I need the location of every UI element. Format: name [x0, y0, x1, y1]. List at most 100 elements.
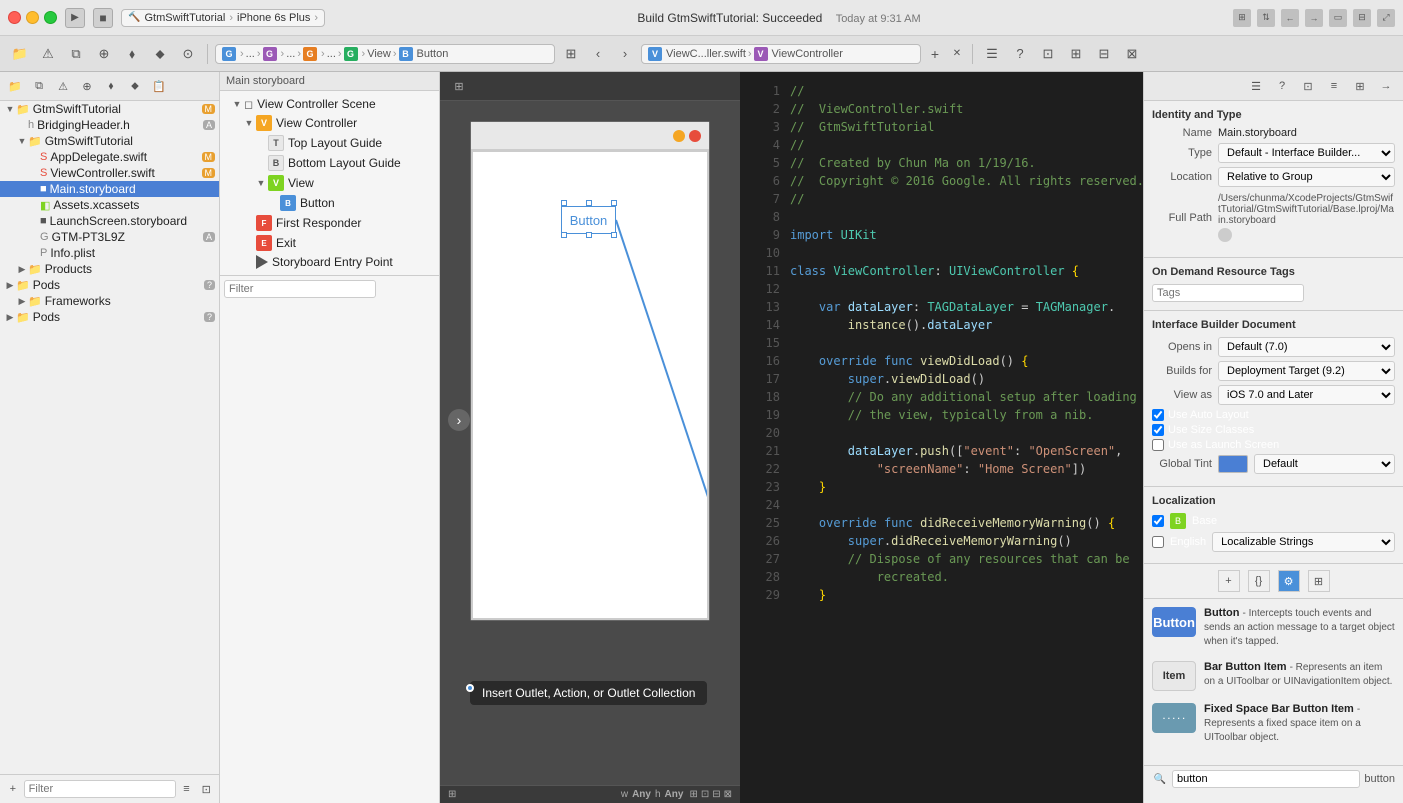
file-tree-item[interactable]: ▼ 📁 GtmSwiftTutorial — [0, 133, 219, 149]
global-tint-select[interactable]: Default — [1254, 454, 1395, 474]
right-breadcrumb[interactable]: V ViewC...ller.swift › V ViewController — [641, 44, 921, 64]
identity-inspector-icon[interactable]: ⊡ — [1297, 75, 1319, 97]
debug-icon[interactable]: ⬥ — [148, 42, 172, 66]
canvas-mode-icon[interactable]: ⊞ — [448, 75, 470, 97]
file-tree-item-selected[interactable]: ■ Main.storyboard — [0, 181, 219, 197]
editor-back-icon[interactable]: ‹ — [586, 42, 610, 66]
share-icon[interactable]: ⇅ — [1257, 9, 1275, 27]
sb-view-item[interactable]: ▼ V View — [220, 173, 439, 193]
filter-icon[interactable]: ≡ — [178, 778, 196, 800]
breakpoint-icon[interactable]: ⬧ — [120, 42, 144, 66]
english-loc-checkbox[interactable] — [1152, 536, 1164, 548]
inspector5-icon[interactable]: ⊠ — [1120, 42, 1144, 66]
single-pane-icon[interactable]: ▭ — [1329, 9, 1347, 27]
file-filter-input[interactable] — [24, 780, 176, 798]
split-pane-icon[interactable]: ⊟ — [1353, 9, 1371, 27]
file-tree-item[interactable]: ▶ 📁 Pods ? — [0, 277, 219, 293]
sb-scene-item[interactable]: ▼ ◻ View Controller Scene — [220, 95, 439, 113]
fixedspace-component-icon[interactable]: · · · · · — [1152, 703, 1196, 733]
nav-warning-icon[interactable]: ⚠ — [52, 75, 74, 97]
play-button[interactable]: ▶ — [65, 8, 85, 28]
size-classes-checkbox[interactable] — [1152, 424, 1164, 436]
nav-folder-icon[interactable]: 📁 — [4, 75, 26, 97]
close-button[interactable] — [8, 11, 21, 24]
sb-layout-item[interactable]: T Top Layout Guide — [220, 133, 439, 153]
button-widget[interactable]: Button — [561, 206, 616, 234]
loc-settings-icon[interactable]: ⚙ — [1278, 570, 1300, 592]
sb-fr-item[interactable]: F First Responder — [220, 213, 439, 233]
canvas-tool-icon[interactable]: ⊠ — [724, 789, 732, 800]
canvas-nav-arrow[interactable]: › — [448, 409, 470, 431]
file-tree-item[interactable]: ◧ Assets.xcassets — [0, 197, 219, 213]
type-select[interactable]: Default - Interface Builder... — [1218, 143, 1395, 163]
inspector3-icon[interactable]: ⊞ — [1064, 42, 1088, 66]
loc-file-icon[interactable]: {} — [1248, 570, 1270, 592]
sb-vc-item[interactable]: ▼ V View Controller — [220, 113, 439, 133]
file-tree-item[interactable]: ▶ 📁 Products — [0, 261, 219, 277]
iphone-body[interactable]: Button — [471, 150, 709, 620]
add-file-icon[interactable]: + — [4, 778, 22, 800]
localizable-strings-select[interactable]: Localizable Strings — [1212, 532, 1395, 552]
base-loc-checkbox[interactable] — [1152, 515, 1164, 527]
nav-git-icon[interactable]: ⊕ — [76, 75, 98, 97]
add-loc-icon[interactable]: + — [1218, 570, 1240, 592]
global-tint-color[interactable] — [1218, 455, 1248, 473]
file-tree-item[interactable]: ▶ 📁 Pods ? — [0, 309, 219, 325]
maximize-button[interactable] — [44, 11, 57, 24]
canvas-tool-icon[interactable]: ⊡ — [701, 789, 709, 800]
tags-input[interactable] — [1152, 284, 1304, 302]
forward-icon[interactable]: → — [1305, 9, 1323, 27]
loc-grid-icon[interactable]: ⊞ — [1308, 570, 1330, 592]
left-breadcrumb[interactable]: G › ... › G › ... › G › ... › G › View ›… — [215, 44, 555, 64]
opens-in-select[interactable]: Default (7.0) — [1218, 337, 1395, 357]
help-icon[interactable]: ? — [1008, 42, 1032, 66]
inspector2-icon[interactable]: ⊡ — [1036, 42, 1060, 66]
nav-debug-icon[interactable]: ⬥ — [124, 75, 146, 97]
canvas-bottom-icon[interactable]: ⊞ — [448, 789, 456, 800]
file-tree-item[interactable]: ▶ 📁 Frameworks — [0, 293, 219, 309]
nav-breakpoint-icon[interactable]: ⬧ — [100, 75, 122, 97]
inspector4-icon[interactable]: ⊟ — [1092, 42, 1116, 66]
close-tab-button[interactable]: ✕ — [949, 46, 965, 62]
size-inspector-icon[interactable]: ⊞ — [1349, 75, 1371, 97]
file-tree-item[interactable]: G GTM-PT3L9Z A — [0, 229, 219, 245]
nav-source-icon[interactable]: ⧉ — [28, 75, 50, 97]
stop-button[interactable]: ■ — [93, 8, 113, 28]
attributes-inspector-icon[interactable]: ≡ — [1323, 75, 1345, 97]
reveal-icon[interactable] — [1218, 228, 1232, 242]
code-editor[interactable]: 1// 2// ViewController.swift 3// GtmSwif… — [740, 72, 1143, 803]
source-icon[interactable]: ⧉ — [64, 42, 88, 66]
button-component-icon[interactable]: Button — [1152, 607, 1196, 637]
baritem-component-icon[interactable]: Item — [1152, 661, 1196, 691]
view-as-select[interactable]: iOS 7.0 and Later — [1218, 385, 1395, 405]
warning-icon[interactable]: ⚠ — [36, 42, 60, 66]
builds-for-select[interactable]: Deployment Target (9.2) — [1218, 361, 1395, 381]
git-icon[interactable]: ⊕ — [92, 42, 116, 66]
file-tree-item[interactable]: ▼ 📁 GtmSwiftTutorial M — [0, 101, 219, 117]
canvas-area[interactable]: › Button — [440, 101, 740, 785]
file-tree-item[interactable]: P Info.plist — [0, 245, 219, 261]
launch-screen-checkbox[interactable] — [1152, 439, 1164, 451]
canvas-tool-icon[interactable]: ⊟ — [712, 789, 720, 800]
nav-report-icon[interactable]: 📋 — [148, 75, 170, 97]
maximize-icon[interactable]: ⤢ — [1377, 9, 1395, 27]
folder-icon[interactable]: 📁 — [8, 42, 32, 66]
location-select[interactable]: Relative to Group — [1218, 167, 1395, 187]
file-inspector-icon[interactable]: ☰ — [1245, 75, 1267, 97]
file-tree-item[interactable]: S AppDelegate.swift M — [0, 149, 219, 165]
add-tab-button[interactable]: + — [925, 44, 945, 64]
help-icon[interactable]: ? — [1271, 75, 1293, 97]
storyboard-filter-input[interactable] — [224, 280, 376, 298]
sb-ep-item[interactable]: Storyboard Entry Point — [220, 253, 439, 271]
canvas-tool-icon[interactable]: ⊞ — [689, 789, 697, 800]
hierarchy-icon[interactable]: ⊡ — [197, 778, 215, 800]
sb-layout-item[interactable]: B Bottom Layout Guide — [220, 153, 439, 173]
scheme-selector[interactable]: 🔨 GtmSwiftTutorial › iPhone 6s Plus › — [121, 9, 325, 27]
editor-grid-icon[interactable]: ⊞ — [559, 42, 583, 66]
minimize-button[interactable] — [26, 11, 39, 24]
file-tree-item[interactable]: S ViewController.swift M — [0, 165, 219, 181]
profile-icon[interactable]: ⊙ — [176, 42, 200, 66]
sb-button-item[interactable]: B Button — [220, 193, 439, 213]
editor-forward-icon[interactable]: › — [613, 42, 637, 66]
back-icon[interactable]: ← — [1281, 9, 1299, 27]
